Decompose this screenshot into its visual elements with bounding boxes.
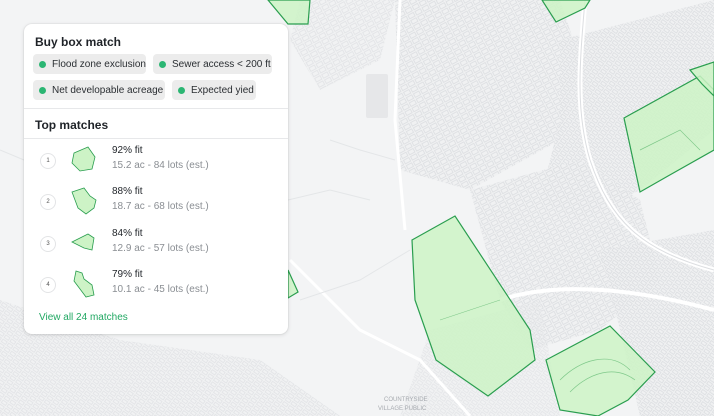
- criteria-chip-flood-zone[interactable]: Flood zone exclusion: [33, 54, 146, 74]
- rank-badge: 3: [40, 236, 56, 252]
- parcel-shape-icon: [71, 233, 95, 251]
- map-label-village: VILLAGE PUBLIC: [378, 406, 427, 412]
- status-dot-icon: [39, 86, 46, 94]
- status-dot-icon: [178, 86, 185, 94]
- match-details: 18.7 ac - 68 lots (est.): [112, 201, 209, 212]
- criteria-chip-label: Sewer access < 200 ft: [172, 58, 271, 70]
- status-dot-icon: [159, 60, 166, 68]
- map-label-countryside: COUNTRYSIDE: [384, 397, 428, 403]
- rank-badge: 2: [40, 194, 56, 210]
- match-item[interactable]: 3 84% fit 12.9 ac - 57 lots (est.): [24, 228, 288, 266]
- parcel-shape-icon: [71, 187, 97, 215]
- status-dot-icon: [39, 60, 46, 68]
- criteria-chip-net-developable[interactable]: Net developable acreage: [33, 80, 165, 100]
- match-details: 15.2 ac - 84 lots (est.): [112, 160, 209, 171]
- match-details: 12.9 ac - 57 lots (est.): [112, 243, 209, 254]
- criteria-chip-label: Flood zone exclusion: [52, 58, 146, 70]
- buy-box-panel: Buy box match Flood zone exclusion Sewer…: [24, 24, 288, 334]
- rank-badge: 4: [40, 277, 56, 293]
- criteria-chip-expected-yield[interactable]: Expected yied: [172, 80, 256, 100]
- match-fit: 84% fit: [112, 228, 143, 239]
- section-divider: [24, 108, 288, 109]
- match-item[interactable]: 4 79% fit 10.1 ac - 45 lots (est.): [24, 269, 288, 307]
- match-details: 10.1 ac - 45 lots (est.): [112, 284, 209, 295]
- match-fit: 92% fit: [112, 145, 143, 156]
- criteria-chip-label: Net developable acreage: [52, 84, 164, 96]
- section-divider: [24, 138, 288, 139]
- parcel-shape-icon: [73, 270, 95, 298]
- buy-box-title: Buy box match: [35, 35, 122, 49]
- view-all-matches-link[interactable]: View all 24 matches: [39, 312, 128, 323]
- match-fit: 88% fit: [112, 186, 143, 197]
- parcel-shape-icon: [71, 146, 96, 172]
- rank-badge: 1: [40, 153, 56, 169]
- match-item[interactable]: 2 88% fit 18.7 ac - 68 lots (est.): [24, 186, 288, 224]
- criteria-chip-label: Expected yied: [191, 84, 254, 96]
- match-item[interactable]: 1 92% fit 15.2 ac - 84 lots (est.): [24, 145, 288, 183]
- top-matches-title: Top matches: [35, 118, 109, 132]
- match-fit: 79% fit: [112, 269, 143, 280]
- criteria-chip-sewer-access[interactable]: Sewer access < 200 ft: [153, 54, 272, 74]
